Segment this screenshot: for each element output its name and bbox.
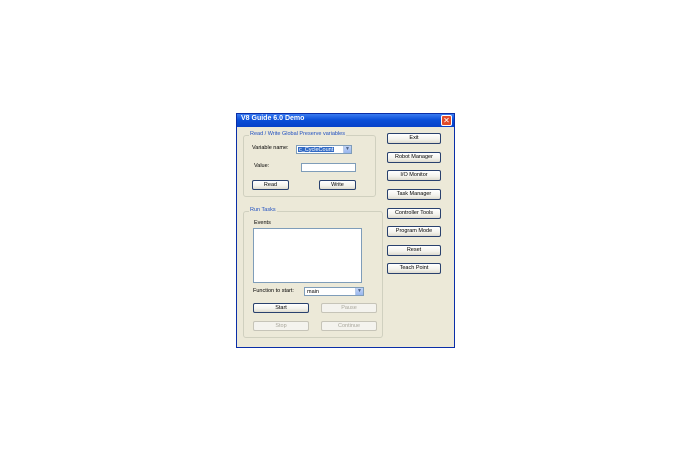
close-icon: ✕ [443,116,450,125]
function-to-start-label: Function to start: [253,288,294,294]
variable-name-dropdown[interactable]: c_CycleCount ▼ [296,145,352,154]
teach-point-button[interactable]: Teach Point [387,263,441,274]
value-input[interactable] [301,163,356,172]
stop-button[interactable]: Stop [253,321,309,331]
variable-name-value: c_CycleCount [298,147,335,153]
read-write-group: Read / Write Global Preserve variables V… [243,131,376,197]
task-manager-button[interactable]: Task Manager [387,189,441,200]
events-label: Events [254,220,271,226]
value-label: Value: [254,163,270,169]
exit-button[interactable]: Exit [387,133,441,144]
read-write-group-label: Read / Write Global Preserve variables [249,131,346,137]
write-button[interactable]: Write [319,180,356,190]
close-button[interactable]: ✕ [441,115,452,126]
run-tasks-group: Run Tasks Events Function to start: main… [243,207,383,338]
chevron-down-icon[interactable]: ▼ [355,288,363,295]
chevron-down-icon[interactable]: ▼ [343,146,351,153]
continue-button[interactable]: Continue [321,321,377,331]
pause-button[interactable]: Pause [321,303,377,313]
variable-name-label: Variable name: [252,145,289,151]
program-mode-button[interactable]: Program Mode [387,226,441,237]
start-button[interactable]: Start [253,303,309,313]
io-monitor-button[interactable]: I/O Monitor [387,170,441,181]
controller-tools-button[interactable]: Controller Tools [387,208,441,219]
title-bar[interactable]: V8 Guide 6.0 Demo ✕ [237,114,454,127]
events-list[interactable] [253,228,362,283]
read-button[interactable]: Read [252,180,289,190]
run-tasks-group-label: Run Tasks [249,207,277,213]
robot-manager-button[interactable]: Robot Manager [387,152,441,163]
reset-button[interactable]: Reset [387,245,441,256]
main-window: V8 Guide 6.0 Demo ✕ Read / Write Global … [236,113,455,348]
window-title: V8 Guide 6.0 Demo [241,115,305,122]
function-dropdown[interactable]: main ▼ [304,287,364,296]
function-value: main [307,289,319,295]
